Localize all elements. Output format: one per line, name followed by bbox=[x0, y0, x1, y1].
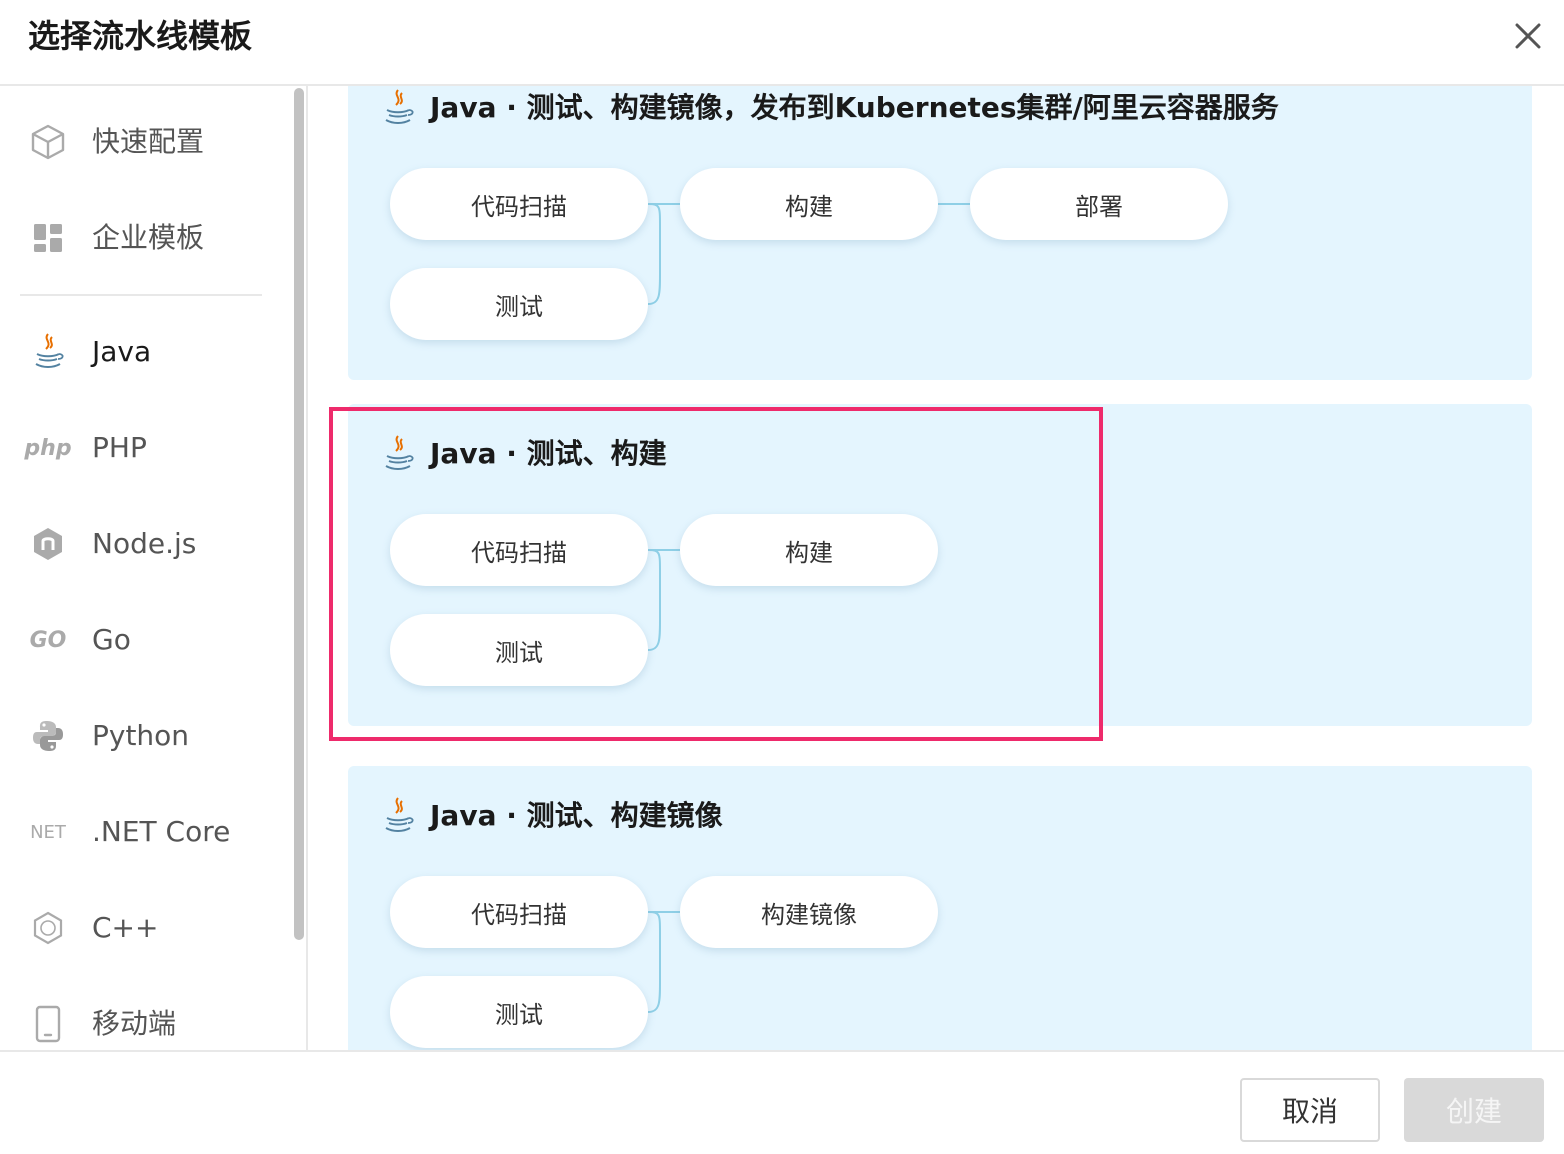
sidebar-item-dotnet-core[interactable]: NET .NET Core bbox=[0, 796, 290, 868]
stage-node: 构建 bbox=[680, 168, 938, 240]
cube-icon bbox=[26, 120, 70, 164]
close-icon[interactable] bbox=[1508, 16, 1548, 56]
sidebar-item-label: 快速配置 bbox=[92, 125, 205, 158]
java-icon bbox=[385, 797, 414, 832]
stage-node: 部署 bbox=[970, 168, 1228, 240]
dialog-header: 选择流水线模板 bbox=[0, 0, 1564, 86]
dialog-footer: 取消 创建 bbox=[0, 1050, 1564, 1154]
cancel-button[interactable]: 取消 bbox=[1240, 1078, 1380, 1142]
sidebar-item-label: 企业模板 bbox=[92, 221, 205, 254]
sidebar-item-label: 移动端 bbox=[92, 1007, 177, 1040]
sidebar-item-java[interactable]: Java bbox=[0, 316, 290, 388]
dialog-title: 选择流水线模板 bbox=[28, 17, 253, 55]
stage-node: 构建镜像 bbox=[680, 876, 938, 948]
template-card-title: Java · 测试、构建镜像 bbox=[380, 794, 723, 838]
stage-node: 代码扫描 bbox=[390, 876, 648, 948]
java-icon bbox=[385, 435, 414, 470]
create-button[interactable]: 创建 bbox=[1404, 1078, 1544, 1142]
template-card-title: Java · 测试、构建镜像，发布到Kubernetes集群/阿里云容器服务 bbox=[380, 86, 1279, 130]
net-logo-text: NET bbox=[30, 821, 66, 843]
sidebar-item-go[interactable]: GO Go bbox=[0, 604, 290, 676]
template-title-text: Java · 测试、构建镜像 bbox=[430, 799, 723, 832]
stage-node: 构建 bbox=[680, 514, 938, 586]
stage-node: 测试 bbox=[390, 976, 648, 1048]
sidebar-item-label: Python bbox=[92, 719, 190, 752]
go-icon: GO bbox=[26, 618, 70, 662]
stage-node: 测试 bbox=[390, 268, 648, 340]
sidebar-item-mobile[interactable]: 移动端 bbox=[0, 988, 290, 1050]
stage-node: 代码扫描 bbox=[390, 514, 648, 586]
python-icon bbox=[26, 714, 70, 758]
sidebar-item-enterprise-templates[interactable]: 企业模板 bbox=[0, 202, 290, 274]
dotnet-icon: NET bbox=[26, 810, 70, 854]
template-card[interactable]: Java · 测试、构建镜像，发布到Kubernetes集群/阿里云容器服务 代… bbox=[348, 86, 1532, 380]
sidebar-item-label: .NET Core bbox=[92, 815, 231, 848]
template-list: Java · 测试、构建镜像，发布到Kubernetes集群/阿里云容器服务 代… bbox=[310, 86, 1564, 1050]
java-icon bbox=[26, 330, 70, 374]
stage-node: 代码扫描 bbox=[390, 168, 648, 240]
sidebar-item-php[interactable]: php PHP bbox=[0, 412, 290, 484]
sidebar-divider bbox=[20, 294, 262, 296]
sidebar-item-python[interactable]: Python bbox=[0, 700, 290, 772]
php-icon: php bbox=[24, 426, 72, 470]
sidebar-item-nodejs[interactable]: Node.js bbox=[0, 508, 290, 580]
java-icon bbox=[385, 89, 414, 124]
grid-icon bbox=[26, 216, 70, 260]
nodejs-icon bbox=[26, 522, 70, 566]
sidebar-scrollbar[interactable] bbox=[294, 88, 304, 940]
stage-node: 测试 bbox=[390, 614, 648, 686]
sidebar-item-label: PHP bbox=[92, 431, 147, 464]
sidebar-item-label: Java bbox=[92, 335, 152, 368]
sidebar-item-quick-config[interactable]: 快速配置 bbox=[0, 106, 290, 178]
template-card-title: Java · 测试、构建 bbox=[380, 432, 667, 476]
sidebar-item-label: Node.js bbox=[92, 527, 197, 560]
template-card[interactable]: Java · 测试、构建镜像 代码扫描 构建镜像 测试 bbox=[348, 766, 1532, 1050]
sidebar-item-cpp[interactable]: C++ bbox=[0, 892, 290, 964]
mobile-icon bbox=[26, 1002, 70, 1046]
sidebar-item-label: Go bbox=[92, 623, 131, 656]
template-category-sidebar: 快速配置 企业模板 Java php PHP Node.js GO Go Pyt… bbox=[0, 86, 308, 1050]
template-card[interactable]: Java · 测试、构建 代码扫描 构建 测试 bbox=[348, 404, 1532, 726]
cpp-icon bbox=[26, 906, 70, 950]
go-logo-text: GO bbox=[29, 627, 67, 653]
template-title-text: Java · 测试、构建镜像，发布到Kubernetes集群/阿里云容器服务 bbox=[430, 91, 1279, 124]
sidebar-item-label: C++ bbox=[92, 911, 159, 944]
php-logo-text: php bbox=[24, 435, 72, 461]
template-title-text: Java · 测试、构建 bbox=[430, 437, 667, 470]
